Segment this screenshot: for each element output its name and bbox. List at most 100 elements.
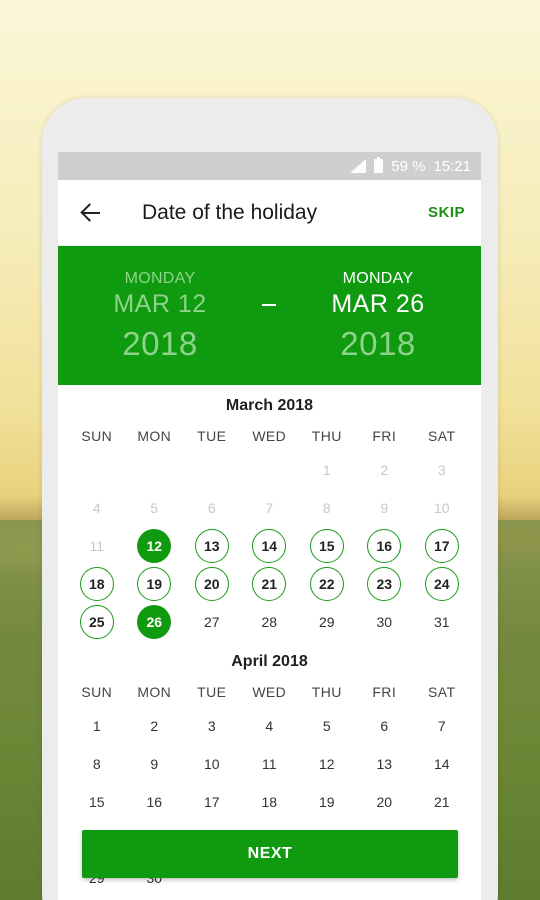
day-number: 31 (433, 614, 450, 630)
calendar-day[interactable]: 31 (413, 603, 471, 641)
in-range-day[interactable]: 15 (298, 527, 356, 565)
in-range-day[interactable]: 16 (356, 527, 414, 565)
calendar-day: 9 (356, 489, 414, 527)
weekday-label: MON (137, 684, 172, 700)
calendar-day[interactable]: 15 (68, 783, 126, 821)
page-title: Date of the holiday (142, 200, 318, 224)
calendar-day[interactable]: 4 (241, 707, 299, 745)
day-number: 7 (437, 718, 446, 734)
in-range-day[interactable]: 20 (183, 565, 241, 603)
day-number: 12 (137, 529, 172, 563)
weekday-label: FRI (372, 428, 397, 444)
month-title: April 2018 (231, 653, 308, 670)
calendar-day: 6 (183, 489, 241, 527)
calendar-day[interactable]: 29 (298, 603, 356, 641)
calendar-day[interactable]: 18 (241, 783, 299, 821)
day-number: 16 (367, 529, 402, 563)
calendar-day[interactable]: 7 (413, 707, 471, 745)
end-month-day: MAR 26 (331, 290, 425, 318)
end-date-display[interactable]: MONDAY MAR 26 2018 (298, 270, 458, 363)
empty-day-cell (183, 451, 241, 489)
calendar-day[interactable]: 9 (126, 745, 184, 783)
weekday-label: TUE (197, 684, 227, 700)
day-number: 10 (433, 500, 450, 516)
in-range-day[interactable]: 19 (126, 565, 184, 603)
battery-icon (374, 157, 384, 173)
calendar-day[interactable]: 17 (183, 783, 241, 821)
in-range-day[interactable]: 23 (356, 565, 414, 603)
month-title: March 2018 (225, 397, 314, 414)
skip-button[interactable]: SKIP (428, 204, 465, 221)
calendar-day: 1 (298, 451, 356, 489)
calendar-day[interactable]: 10 (183, 745, 241, 783)
calendar-day: 7 (241, 489, 299, 527)
in-range-day[interactable]: 13 (183, 527, 241, 565)
calendar-day[interactable]: 1 (68, 707, 126, 745)
weekday-label: THU (311, 684, 342, 700)
weekday-label: FRI (372, 684, 397, 700)
calendar-day[interactable]: 21 (413, 783, 471, 821)
calendar-day[interactable]: 27 (183, 603, 241, 641)
in-range-day[interactable]: 25 (68, 603, 126, 641)
empty-day-cell (126, 451, 184, 489)
calendar-day[interactable]: 19 (298, 783, 356, 821)
calendar-day[interactable]: 28 (241, 603, 299, 641)
day-number: 12 (318, 756, 335, 772)
calendar-day[interactable]: 2 (126, 707, 184, 745)
start-month-day: MAR 12 (113, 290, 207, 318)
weekday-label: SAT (428, 684, 456, 700)
selected-day[interactable]: 12 (126, 527, 184, 565)
weekday-header: SUN MON TUE WED THU FRI SAT (58, 421, 481, 451)
calendar-day: 5 (126, 489, 184, 527)
in-range-day[interactable]: 14 (241, 527, 299, 565)
day-number: 18 (261, 794, 278, 810)
day-number: 6 (207, 500, 216, 516)
calendar-day[interactable]: 8 (68, 745, 126, 783)
calendar-day[interactable]: 14 (413, 745, 471, 783)
start-date-display[interactable]: MONDAY MAR 12 2018 (80, 270, 240, 363)
day-number: 4 (92, 500, 101, 516)
day-number: 3 (207, 718, 216, 734)
day-number: 24 (424, 567, 459, 601)
calendar-day: 2 (356, 451, 414, 489)
start-weekday: MONDAY (124, 270, 196, 287)
calendar-scroll-list[interactable]: March 2018 SUN MON TUE WED THU FRI SAT 1 2 3 4 5 6 7 8 9… (58, 391, 481, 897)
back-arrow-icon[interactable] (78, 200, 104, 226)
calendar-day[interactable]: 3 (183, 707, 241, 745)
weekday-label: SAT (428, 428, 456, 444)
calendar-day[interactable]: 20 (356, 783, 414, 821)
range-separator (262, 304, 276, 306)
day-number: 19 (318, 794, 335, 810)
day-number: 29 (318, 614, 335, 630)
in-range-day[interactable]: 17 (413, 527, 471, 565)
day-number: 9 (380, 500, 389, 516)
calendar-day[interactable]: 30 (356, 603, 414, 641)
selected-day[interactable]: 26 (126, 603, 184, 641)
calendar-day[interactable]: 12 (298, 745, 356, 783)
end-year: 2018 (340, 325, 416, 362)
in-range-day[interactable]: 18 (68, 565, 126, 603)
day-number: 23 (367, 567, 402, 601)
in-range-day[interactable]: 24 (413, 565, 471, 603)
day-number: 18 (79, 567, 114, 601)
day-number: 8 (322, 500, 331, 516)
in-range-day[interactable]: 22 (298, 565, 356, 603)
calendar-day[interactable]: 13 (356, 745, 414, 783)
day-number: 10 (203, 756, 220, 772)
day-number: 13 (194, 529, 229, 563)
calendar-day[interactable]: 11 (241, 745, 299, 783)
calendar-day: 10 (413, 489, 471, 527)
status-time: 15:21 (433, 157, 471, 175)
day-number: 2 (380, 462, 389, 478)
status-bar: 59 % 15:21 (58, 152, 481, 180)
calendar-day[interactable]: 6 (356, 707, 414, 745)
next-button[interactable]: NEXT (82, 830, 458, 878)
day-number: 13 (376, 756, 393, 772)
calendar-day[interactable]: 16 (126, 783, 184, 821)
week-row: 4 5 6 7 8 9 10 (58, 489, 481, 527)
calendar-day[interactable]: 5 (298, 707, 356, 745)
calendar-day: 3 (413, 451, 471, 489)
day-number: 28 (261, 614, 278, 630)
day-number: 17 (424, 529, 459, 563)
in-range-day[interactable]: 21 (241, 565, 299, 603)
